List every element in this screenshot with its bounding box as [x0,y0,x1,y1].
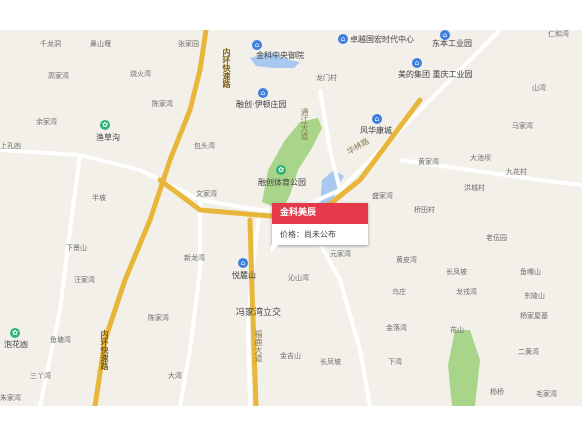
place-label: 张家园 [178,40,199,48]
road-label-tongjiang: 通江大道 [300,108,309,140]
place-label: 金吉山 [280,352,301,360]
place-label: 上孔凼 [0,142,21,150]
building-pin-icon[interactable]: ⌂ [338,34,348,44]
place-label: 桥田村 [414,206,435,214]
park-pin-icon[interactable]: ✿ [10,328,20,338]
poi-label[interactable]: 风华康城 [360,126,392,135]
place-label: 新龙湾 [184,254,205,262]
place-label: 鼻山堰 [90,40,111,48]
place-label: 金落湾 [386,324,407,332]
place-label: 黄家湾 [418,158,439,166]
map-canvas[interactable]: 内环快速路 内环快速路 通江大道 华林路 福鹿大道 冯家湾立交 ⌂ 金科中央御院… [0,30,582,406]
poi-label[interactable]: 渔草沟 [96,133,120,142]
poi-label[interactable]: 美的集团 重庆工业园 [398,70,473,79]
place-label: 九花村 [506,168,527,176]
road-label-inner-ring: 内环快速路 [222,48,231,88]
building-pin-icon[interactable]: ⌂ [238,258,248,268]
place-label: 沁山湾 [288,274,309,282]
building-pin-icon[interactable]: ⌂ [412,58,422,68]
place-label: 二黄湾 [518,348,539,356]
place-label: 龙戎湾 [456,288,477,296]
road-label-fulu: 福鹿大道 [254,330,263,362]
place-label: 杨家屋基 [520,312,548,320]
place-label: 杨桥 [490,388,504,396]
poi-label[interactable]: 悦麓山 [232,271,256,280]
park-pin-icon[interactable]: ✿ [276,165,286,175]
place-label: 马家湾 [512,122,533,130]
interchange-label: 冯家湾立交 [236,308,282,318]
building-pin-icon[interactable]: ⌂ [258,88,268,98]
place-label: 洪城村 [464,184,485,192]
place-label: 陈家湾 [152,100,173,108]
place-label: 大湾 [168,372,182,380]
place-label: 东陵山 [524,292,545,300]
poi-label[interactable]: 融创·伊顿庄园 [236,100,287,109]
place-label: 烧火湾 [130,70,151,78]
place-label: 半坡 [92,194,106,202]
poi-label[interactable]: 东本工业园 [432,39,472,48]
place-label: 余家湾 [36,118,57,126]
building-pin-icon[interactable]: ⌂ [252,40,262,50]
place-label: 乌庄 [392,288,406,296]
place-label: 文家湾 [196,190,217,198]
place-label: 毛家湾 [536,390,557,398]
place-label: 老伍园 [486,234,507,242]
callout-pointer [271,245,278,253]
place-label: 汪家湾 [74,276,95,284]
poi-label[interactable]: 金科中央御院 [256,51,304,60]
callout-title[interactable]: 金科美辰 [272,203,368,224]
place-label: 黄皮湾 [396,256,417,264]
place-label: 元家湾 [330,250,351,258]
poi-label[interactable]: 卓越国宏时代中心 [350,35,414,44]
callout-price: 价格：尚未公布 [280,230,336,239]
place-label: 大池坝 [470,154,491,162]
place-label: 山湾 [532,84,546,92]
poi-label[interactable]: 泡花凼 [4,340,28,349]
place-label: 高家湾 [48,72,69,80]
place-label: 千龙洞 [40,40,61,48]
place-label: 龙门村 [316,74,337,82]
place-label: 三丫湾 [30,372,51,380]
place-label: 长凤坡 [446,268,467,276]
building-pin-icon[interactable]: ⌂ [372,114,382,124]
poi-label[interactable]: 融创体育公园 [258,178,306,187]
place-label: 花山 [450,326,464,334]
property-callout[interactable]: 金科美辰 价格：尚未公布 [271,203,368,253]
place-label: 朱家湾 [0,394,21,402]
place-label: 鱼塘湾 [50,336,71,344]
place-label: 长凤坡 [320,358,341,366]
road-label-inner-ring-2: 内环快速路 [100,330,109,370]
place-label: 仁和湾 [548,30,569,38]
place-label: 下景山 [66,244,87,252]
place-label: 盛家湾 [372,192,393,200]
place-label: 包头湾 [194,142,215,150]
park-pin-icon[interactable]: ✿ [100,120,110,130]
place-label: 鱼嘴山 [520,268,541,276]
place-label: 陈家湾 [148,314,169,322]
place-label: 下湾 [388,358,402,366]
